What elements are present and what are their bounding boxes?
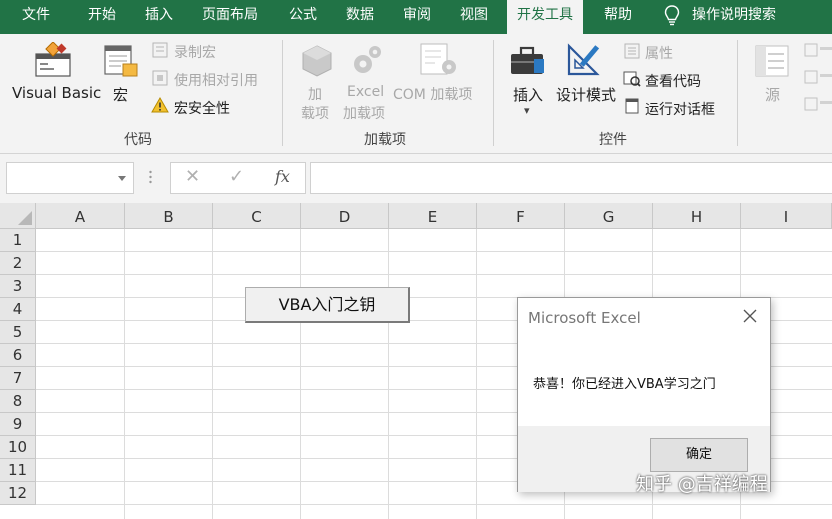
properties-icon xyxy=(624,43,640,59)
tab-file[interactable]: 文件 xyxy=(22,0,50,34)
group-separator xyxy=(282,40,283,146)
excel-addins-button-line1[interactable]: Excel xyxy=(347,84,384,100)
tab-home[interactable]: 开始 xyxy=(88,0,116,34)
enter-icon[interactable]: ✓ xyxy=(229,166,244,187)
chevron-down-icon[interactable] xyxy=(118,176,126,181)
macros-icon xyxy=(104,45,138,77)
tab-help[interactable]: 帮助 xyxy=(604,0,632,34)
ok-button[interactable]: 确定 xyxy=(650,438,748,472)
xml-source-button[interactable]: 源 xyxy=(765,84,780,105)
macro-security-button[interactable]: 宏安全性 xyxy=(174,98,230,118)
row-header[interactable]: 6 xyxy=(0,344,36,367)
tab-developer[interactable]: 开发工具 xyxy=(507,0,583,34)
tab-data[interactable]: 数据 xyxy=(346,0,374,34)
gridline xyxy=(476,229,477,519)
chevron-down-icon[interactable]: ▾ xyxy=(524,104,530,117)
column-header[interactable]: C xyxy=(213,203,301,229)
formula-input[interactable] xyxy=(310,162,832,194)
run-dialog-button[interactable]: 运行对话框 xyxy=(645,99,715,119)
tab-view[interactable]: 视图 xyxy=(460,0,488,34)
gridline xyxy=(36,274,832,275)
view-code-icon xyxy=(623,71,641,87)
record-macro-icon xyxy=(152,42,168,58)
column-header[interactable]: B xyxy=(125,203,213,229)
addins-button-line1[interactable]: 加 xyxy=(308,84,322,104)
cancel-icon[interactable]: ✕ xyxy=(185,166,200,187)
column-header[interactable]: A xyxy=(36,203,125,229)
formula-bar: ✕ ✓ fx xyxy=(0,154,832,203)
insert-control-button[interactable]: 插入 xyxy=(513,84,543,105)
ribbon: Visual Basic 宏 录制宏 使用相对引用 宏安全性 代码 加 载项 E… xyxy=(0,34,832,154)
run-dialog-icon xyxy=(625,98,639,114)
design-mode-icon xyxy=(567,43,600,76)
row-header[interactable]: 1 xyxy=(0,229,36,252)
addins-group-label: 加载项 xyxy=(364,132,406,148)
message-box-dialog: Microsoft Excel 恭喜！你已经进入VBA学习之门 确定 xyxy=(517,297,771,492)
design-mode-button[interactable]: 设计模式 xyxy=(556,84,616,105)
column-header[interactable]: D xyxy=(301,203,389,229)
relative-references-icon xyxy=(152,70,168,86)
controls-group-label: 控件 xyxy=(599,132,627,148)
toolbox-icon xyxy=(511,46,544,74)
addins-button-line2[interactable]: 载项 xyxy=(301,103,329,123)
tell-me-search[interactable]: 操作说明搜索 xyxy=(692,0,776,34)
row-header[interactable]: 4 xyxy=(0,298,36,321)
vba-form-button[interactable]: VBA入门之钥 xyxy=(245,287,410,323)
select-all-corner[interactable] xyxy=(0,203,36,229)
addins-icon xyxy=(302,45,332,77)
more-options-icon[interactable] xyxy=(149,170,152,184)
column-header[interactable]: E xyxy=(389,203,477,229)
record-macro-button[interactable]: 录制宏 xyxy=(174,42,216,62)
group-separator xyxy=(493,40,494,146)
gridline xyxy=(124,229,125,519)
column-header[interactable]: H xyxy=(653,203,741,229)
row-header[interactable]: 9 xyxy=(0,413,36,436)
row-header[interactable]: 10 xyxy=(0,436,36,459)
xml-small-icons xyxy=(804,43,832,111)
properties-button[interactable]: 属性 xyxy=(645,43,673,63)
insert-function-icon[interactable]: fx xyxy=(275,167,290,186)
warning-icon xyxy=(151,97,169,113)
gridline xyxy=(36,251,832,252)
row-header[interactable]: 12 xyxy=(0,482,36,505)
dialog-title: Microsoft Excel xyxy=(528,309,641,327)
tab-insert[interactable]: 插入 xyxy=(145,0,173,34)
relative-references-button[interactable]: 使用相对引用 xyxy=(174,70,258,90)
macros-button[interactable]: 宏 xyxy=(113,84,128,105)
row-header[interactable]: 11 xyxy=(0,459,36,482)
com-addins-button[interactable]: COM 加载项 xyxy=(393,84,472,104)
view-code-button[interactable]: 查看代码 xyxy=(645,71,701,91)
close-icon[interactable] xyxy=(742,308,758,324)
tab-page-layout[interactable]: 页面布局 xyxy=(202,0,258,34)
gridline xyxy=(212,229,213,519)
tab-review[interactable]: 审阅 xyxy=(403,0,431,34)
column-header[interactable]: I xyxy=(741,203,832,229)
name-box[interactable] xyxy=(6,162,134,194)
gridline xyxy=(36,504,832,505)
column-header[interactable]: G xyxy=(565,203,653,229)
visual-basic-icon xyxy=(35,42,71,77)
dialog-message: 恭喜！你已经进入VBA学习之门 xyxy=(533,377,716,392)
row-header[interactable]: 8 xyxy=(0,390,36,413)
tab-formulas[interactable]: 公式 xyxy=(289,0,317,34)
gridline xyxy=(300,229,301,519)
visual-basic-button[interactable]: Visual Basic xyxy=(12,84,101,102)
row-header[interactable]: 3 xyxy=(0,275,36,298)
ribbon-tab-bar: 文件 开始 插入 页面布局 公式 数据 审阅 视图 开发工具 帮助 操作说明搜索 xyxy=(0,0,832,34)
group-separator xyxy=(737,40,738,146)
watermark: 知乎 @吉祥编程 xyxy=(636,474,768,495)
lightbulb-icon xyxy=(664,5,680,26)
row-header[interactable]: 7 xyxy=(0,367,36,390)
code-group-label: 代码 xyxy=(124,132,152,148)
com-addins-icon xyxy=(420,43,456,75)
xml-source-icon xyxy=(755,45,789,77)
excel-addins-button-line2[interactable]: 加载项 xyxy=(343,103,385,123)
row-header[interactable]: 2 xyxy=(0,252,36,275)
formula-buttons: ✕ ✓ fx xyxy=(170,162,306,194)
row-header[interactable]: 5 xyxy=(0,321,36,344)
excel-addins-gear-icon xyxy=(354,46,381,73)
column-header[interactable]: F xyxy=(477,203,565,229)
gridline xyxy=(388,229,389,519)
